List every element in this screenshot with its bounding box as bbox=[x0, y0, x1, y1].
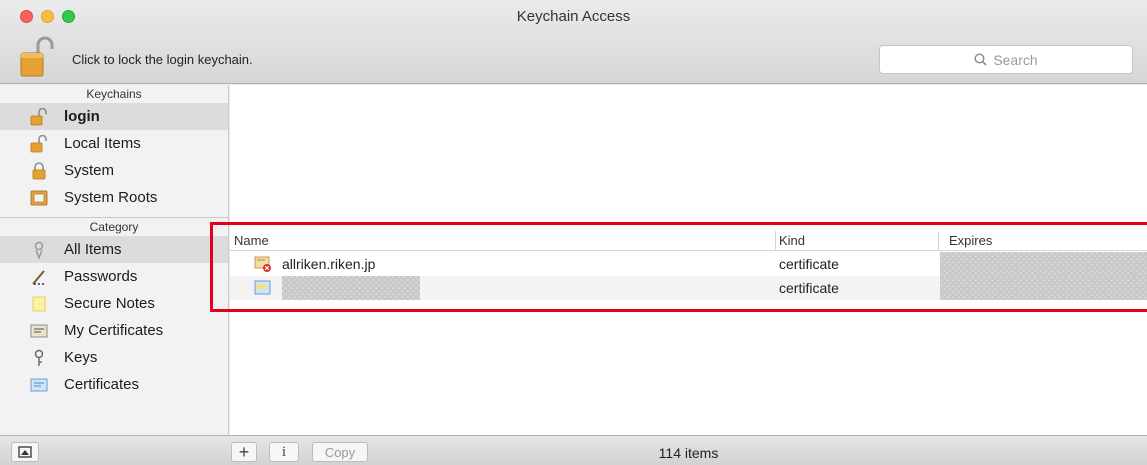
row-kind: certificate bbox=[779, 280, 839, 296]
column-separator[interactable] bbox=[775, 231, 776, 251]
unlocked-padlock-icon[interactable] bbox=[18, 36, 54, 78]
sidebar-item-passwords[interactable]: Passwords bbox=[0, 263, 228, 290]
my-certificate-icon bbox=[30, 324, 48, 338]
sidebar-item-system-roots[interactable]: System Roots bbox=[0, 184, 228, 211]
sidebar-item-my-certificates[interactable]: My Certificates bbox=[0, 317, 228, 344]
keychains-header: Keychains bbox=[86, 87, 142, 101]
items-pane: Name Kind Expires allriken.riken.jp cert… bbox=[230, 85, 1147, 435]
all-items-icon bbox=[34, 241, 44, 259]
display-icon bbox=[18, 446, 32, 458]
window-titlebar: Keychain Access Click to lock the login … bbox=[0, 0, 1147, 84]
row-name: allriken.riken.jp bbox=[282, 256, 376, 272]
table-row[interactable]: certificate bbox=[230, 276, 1147, 300]
window-title: Keychain Access bbox=[516, 8, 631, 25]
sidebar-item-certificates[interactable]: Certificates bbox=[0, 371, 228, 398]
item-count: 114 items bbox=[658, 445, 719, 461]
search-field[interactable]: Search bbox=[879, 45, 1133, 74]
sidebar-item-label: login bbox=[64, 108, 100, 125]
column-header-name[interactable]: Name bbox=[234, 233, 269, 248]
sidebar-item-label: Keys bbox=[64, 349, 98, 366]
sidebar-item-all-items[interactable]: All Items bbox=[0, 236, 228, 263]
sidebar-item-system[interactable]: System bbox=[0, 157, 228, 184]
sidebar-item-local-items[interactable]: Local Items bbox=[0, 130, 228, 157]
sidebar-item-label: Secure Notes bbox=[64, 295, 155, 312]
sidebar-item-label: My Certificates bbox=[64, 322, 164, 339]
redacted-name bbox=[282, 276, 420, 300]
sidebar-item-label: Local Items bbox=[64, 135, 141, 152]
sidebar-item-keys[interactable]: Keys bbox=[0, 344, 228, 371]
screen-icon-button[interactable] bbox=[11, 442, 39, 462]
search-placeholder: Search bbox=[993, 51, 1038, 68]
sidebar-item-label: System bbox=[64, 162, 115, 179]
invalid-certificate-icon bbox=[254, 256, 271, 272]
lock-keychain-label[interactable]: Click to lock the login keychain. bbox=[72, 52, 253, 67]
search-icon bbox=[974, 53, 987, 66]
redacted-expires bbox=[940, 276, 1147, 300]
locked-padlock-icon bbox=[32, 162, 46, 180]
column-separator[interactable] bbox=[938, 231, 939, 251]
key-icon bbox=[34, 349, 44, 366]
table-row[interactable]: allriken.riken.jp certificate bbox=[230, 252, 1147, 276]
sidebar-item-secure-notes[interactable]: Secure Notes bbox=[0, 290, 228, 317]
bottom-bar: + i Copy 114 items bbox=[0, 435, 1147, 465]
table-header: Name Kind Expires bbox=[230, 231, 1147, 251]
sidebar-item-label: All Items bbox=[64, 241, 122, 258]
cabinet-icon bbox=[30, 190, 48, 206]
unlocked-padlock-icon bbox=[30, 135, 47, 153]
row-kind: certificate bbox=[779, 256, 839, 272]
column-header-kind[interactable]: Kind bbox=[779, 233, 805, 248]
sidebar: Keychains login Local Items System Syste… bbox=[0, 85, 229, 435]
column-header-expires[interactable]: Expires bbox=[949, 233, 992, 248]
sidebar-item-login[interactable]: login bbox=[0, 103, 228, 130]
sidebar-item-label: Passwords bbox=[64, 268, 138, 285]
certificate-icon bbox=[30, 378, 48, 392]
sidebar-item-label: System Roots bbox=[64, 189, 158, 206]
certificate-icon bbox=[254, 280, 271, 295]
sidebar-item-label: Certificates bbox=[64, 376, 140, 393]
category-header: Category bbox=[89, 220, 139, 234]
unlocked-padlock-icon bbox=[30, 108, 47, 126]
redacted-expires bbox=[940, 252, 1147, 276]
note-icon bbox=[32, 296, 46, 312]
key-pen-icon bbox=[32, 270, 45, 285]
